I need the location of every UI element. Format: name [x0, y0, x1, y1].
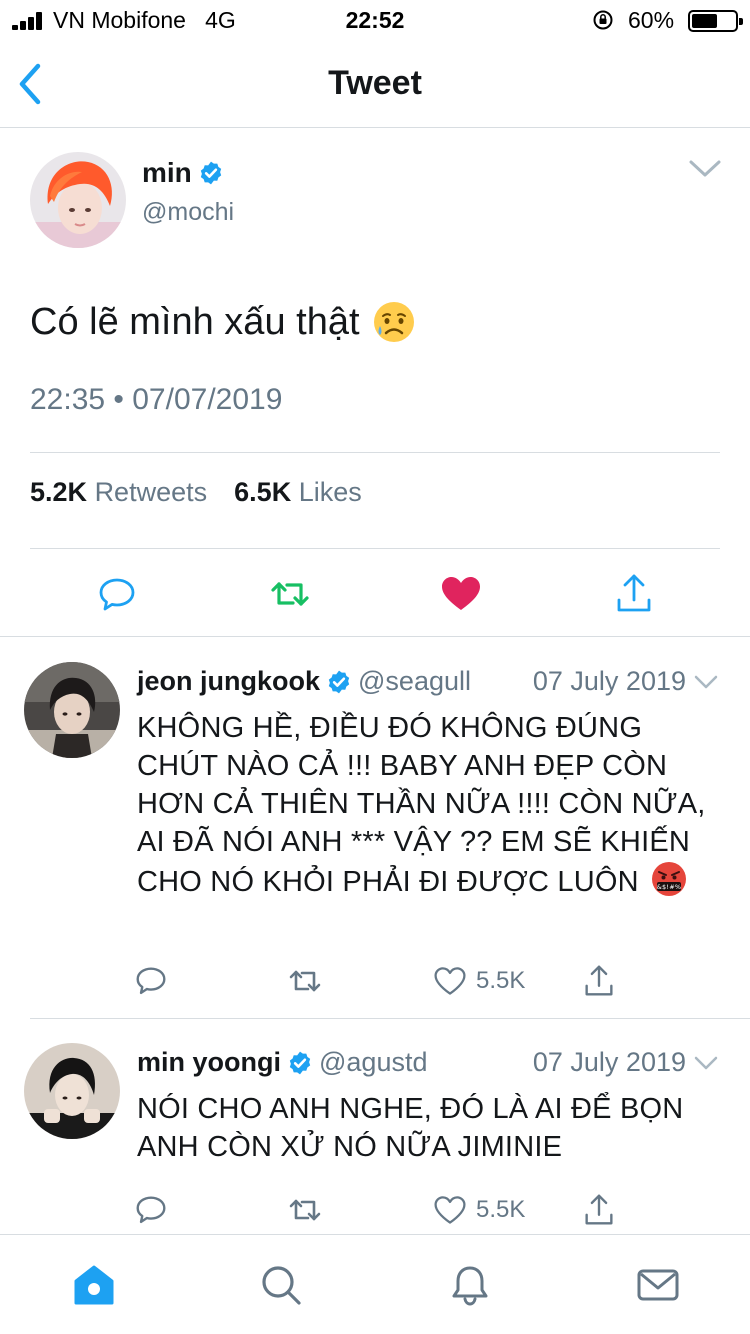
- tweet-timestamp: 22:35 • 07/07/2019: [30, 383, 283, 416]
- reply-icon[interactable]: [132, 961, 170, 1001]
- tweet-text-content: Có lẽ mình xấu thật: [30, 300, 360, 343]
- page-title: Tweet: [328, 64, 422, 102]
- battery-icon: [688, 10, 743, 32]
- reply-author-name[interactable]: jeon jungkook: [137, 666, 320, 697]
- rotation-lock-icon: [593, 10, 613, 30]
- tweet-text: Có lẽ mình xấu thật: [30, 300, 416, 344]
- divider: [30, 548, 720, 549]
- avatar[interactable]: [24, 662, 120, 758]
- reply-header: min yoongi @agustd: [137, 1047, 427, 1078]
- battery-percent: 60%: [628, 7, 675, 33]
- nav-bar: Tweet: [0, 40, 750, 128]
- like-count: 5.5K: [476, 967, 526, 994]
- reply-text: KHÔNG HỀ, ĐIỀU ĐÓ KHÔNG ĐÚNG CHÚT NÀO CẢ…: [137, 709, 727, 901]
- like-count: 5.5K: [476, 1196, 526, 1223]
- retweet-icon[interactable]: [285, 961, 325, 1001]
- home-icon[interactable]: [72, 1263, 116, 1307]
- angry-cursing-face-emoji: &$!#%: [652, 862, 687, 896]
- chevron-down-icon[interactable]: [688, 158, 722, 180]
- chevron-down-icon[interactable]: [694, 1055, 718, 1071]
- search-icon[interactable]: [259, 1263, 303, 1307]
- reply-tweet[interactable]: min yoongi @agustd 07 July 2019 NÓI CHO …: [0, 1018, 750, 1234]
- author-name: min: [142, 157, 192, 188]
- tab-bar: [0, 1234, 750, 1334]
- reply-icon[interactable]: [132, 1190, 170, 1230]
- sad-sweat-face-emoji: [373, 302, 414, 342]
- status-bar: VN Mobifone 4G 22:52 60%: [0, 0, 750, 40]
- reply-actions: 5.5K: [0, 961, 750, 1001]
- reply-author-name[interactable]: min yoongi: [137, 1047, 281, 1078]
- reply-text-content: KHÔNG HỀ, ĐIỀU ĐÓ KHÔNG ĐÚNG CHÚT NÀO CẢ…: [137, 712, 706, 898]
- divider: [30, 452, 720, 453]
- retweets-stat[interactable]: 5.2K Retweets: [30, 477, 207, 507]
- avatar[interactable]: [24, 1043, 120, 1139]
- like-heart-icon[interactable]: [437, 570, 485, 618]
- reply-actions: 5.5K: [0, 1190, 750, 1230]
- verified-badge-icon: [289, 1051, 311, 1074]
- like-button[interactable]: 5.5K: [432, 1190, 525, 1230]
- avatar[interactable]: [30, 152, 126, 248]
- bell-icon[interactable]: [448, 1263, 492, 1307]
- reply-tweet[interactable]: jeon jungkook @seagull 07 July 2019 KHÔN…: [0, 636, 750, 1018]
- likes-stat[interactable]: 6.5K Likes: [234, 477, 362, 507]
- verified-badge-icon: [328, 670, 350, 693]
- share-icon[interactable]: [610, 570, 658, 618]
- like-button[interactable]: 5.5K: [432, 961, 525, 1001]
- retweet-icon[interactable]: [285, 1190, 325, 1230]
- share-icon[interactable]: [580, 961, 618, 1001]
- tweet-stats: 5.2K Retweets 6.5K Likes: [30, 477, 362, 508]
- reply-date: 07 July 2019: [532, 1047, 686, 1077]
- tweet-actions: [0, 570, 750, 618]
- share-icon[interactable]: [580, 1190, 618, 1230]
- mail-icon[interactable]: [636, 1263, 680, 1307]
- reply-date: 07 July 2019: [532, 666, 686, 696]
- retweet-icon[interactable]: [266, 570, 314, 618]
- reply-text: NÓI CHO ANH NGHE, ĐÓ LÀ AI ĐỂ BỌN ANH CÒ…: [137, 1093, 684, 1163]
- reply-icon[interactable]: [93, 570, 141, 618]
- heart-outline-icon: [434, 967, 466, 995]
- heart-outline-icon: [434, 1196, 466, 1224]
- svg-text:&$!#%: &$!#%: [657, 883, 681, 891]
- reply-author-handle[interactable]: @agustd: [319, 1047, 427, 1078]
- author-handle[interactable]: @mochi: [142, 198, 234, 227]
- author-name-row[interactable]: min: [142, 157, 224, 189]
- chevron-down-icon[interactable]: [694, 674, 718, 690]
- reply-header: jeon jungkook @seagull: [137, 666, 471, 697]
- reply-author-handle[interactable]: @seagull: [358, 666, 471, 697]
- verified-badge-icon: [200, 161, 221, 185]
